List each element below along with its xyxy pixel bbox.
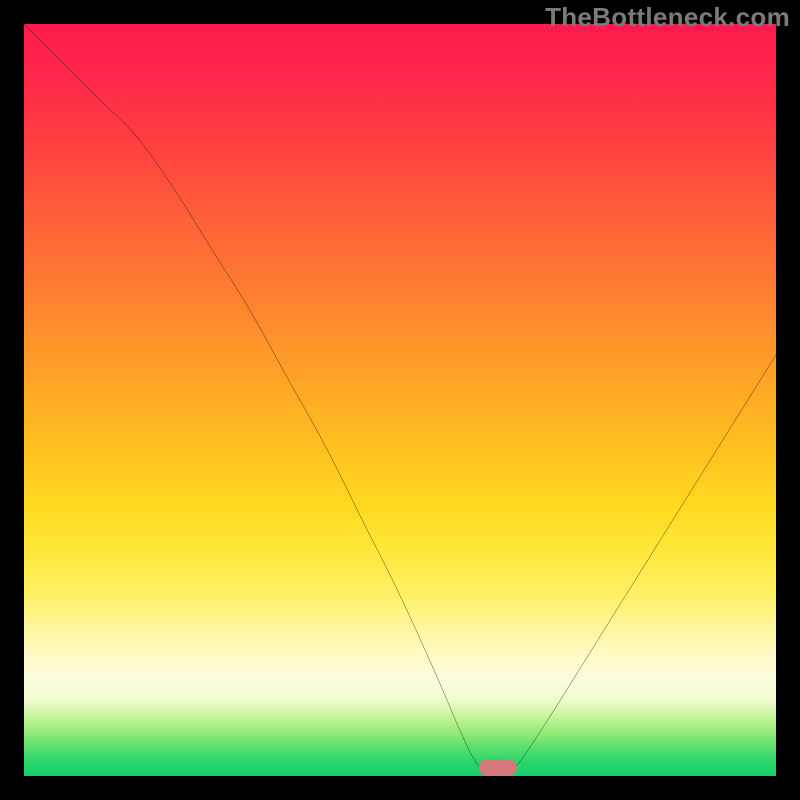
optimal-marker xyxy=(479,759,517,776)
bottleneck-curve xyxy=(24,24,776,776)
plot-area xyxy=(24,24,776,776)
chart-frame: TheBottleneck.com xyxy=(0,0,800,800)
watermark-text: TheBottleneck.com xyxy=(545,2,790,33)
